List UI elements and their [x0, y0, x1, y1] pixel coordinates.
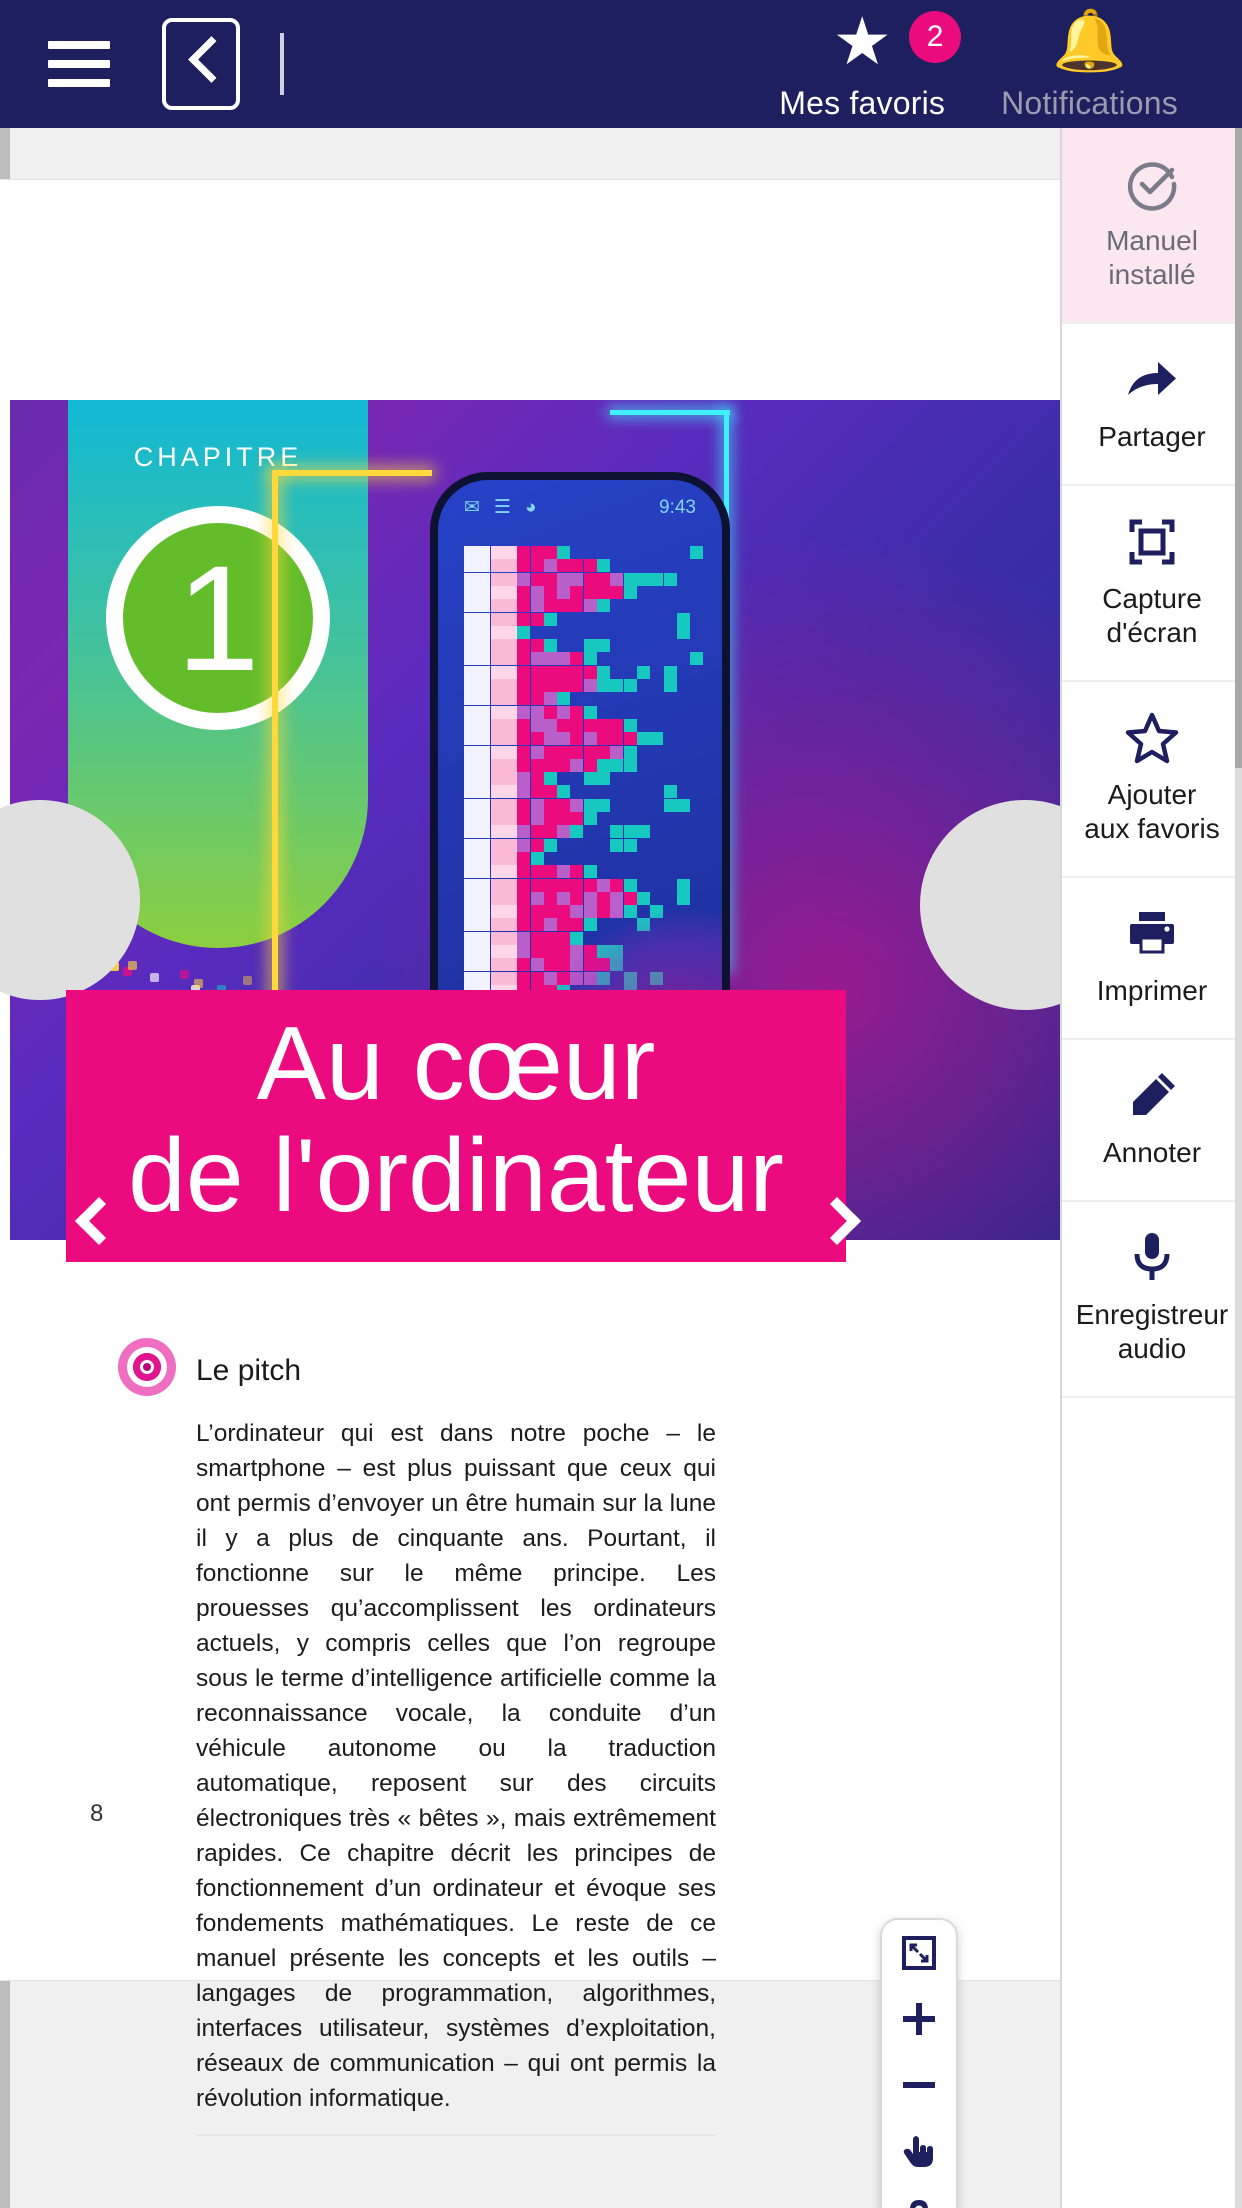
map-pin-icon[interactable]	[882, 2184, 956, 2208]
sidebar-label-line-2: d'écran	[1102, 616, 1202, 650]
pitch-header: Le pitch	[118, 1338, 718, 1396]
sidebar-label-partager: Partager	[1098, 420, 1205, 454]
sidebar-item-manuel-installe[interactable]: Manuel installé	[1062, 128, 1242, 324]
sidebar-scrollbar-track[interactable]	[1235, 128, 1242, 2208]
chevron-left-icon	[186, 38, 216, 90]
signal-bars-icon: ☰	[494, 496, 511, 519]
sidebar-item-imprimer[interactable]: Imprimer	[1062, 878, 1242, 1040]
sidebar-item-ajouter-favoris[interactable]: Ajouter aux favoris	[1062, 682, 1242, 878]
pitch-body-text: L’ordinateur qui est dans notre poche – …	[196, 1416, 716, 2136]
phone-status-bar: ✉ ☰ ◕ 9:43	[438, 496, 722, 519]
page-number: 8	[90, 1800, 103, 1828]
toolbar-divider	[280, 33, 284, 95]
chapter-number-circle: 1	[106, 506, 330, 730]
phone-clock: 9:43	[659, 497, 696, 519]
tools-sidebar[interactable]: Manuel installé Partager Capture d'écran…	[1060, 128, 1242, 2208]
chapter-title-line-2: de l'ordinateur	[92, 1120, 820, 1232]
target-icon	[118, 1338, 176, 1396]
page-prev-chevron-icon[interactable]	[62, 1190, 138, 1266]
chapter-label: CHAPITRE	[68, 442, 368, 473]
neon-line-right-top	[610, 410, 730, 415]
sidebar-label-line-1: Capture	[1102, 582, 1202, 616]
microphone-icon	[1128, 1228, 1176, 1288]
document-page: CHAPITRE 1 ✉ ☰ ◕ 9:43 Au cœur de l'ordin…	[0, 180, 1060, 1980]
envelope-icon: ✉	[464, 496, 480, 519]
printer-icon	[1124, 904, 1180, 964]
document-viewport[interactable]: CHAPITRE 1 ✉ ☰ ◕ 9:43 Au cœur de l'ordin…	[0, 128, 1060, 2208]
pitch-section: Le pitch L’ordinateur qui est dans notre…	[118, 1338, 718, 2136]
sidebar-label-imprimer: Imprimer	[1097, 974, 1207, 1008]
wifi-icon: ◕	[525, 497, 536, 519]
sidebar-label-line-2: installé	[1106, 258, 1198, 292]
sidebar-label-annoter: Annoter	[1103, 1136, 1201, 1170]
chapter-title-band: Au cœur de l'ordinateur	[66, 990, 846, 1262]
hamburger-bar	[48, 41, 110, 49]
phone-status-icons: ✉ ☰ ◕	[464, 496, 536, 519]
fit-to-screen-icon[interactable]	[882, 1920, 956, 1986]
sidebar-label-line-1: Manuel	[1106, 224, 1198, 258]
app-root: ★ Mes favoris 2 🔔 Notifications CHAPITRE	[0, 0, 1242, 2208]
sidebar-scrollbar-thumb[interactable]	[1235, 128, 1242, 768]
favorites-button[interactable]: ★ Mes favoris 2	[751, 7, 973, 122]
zoom-toolbar	[880, 1918, 958, 2208]
pointing-hand-icon[interactable]	[882, 2118, 956, 2184]
share-arrow-icon	[1124, 350, 1180, 410]
star-icon: ★	[833, 7, 892, 75]
notifications-label: Notifications	[1001, 85, 1178, 122]
favorites-badge: 2	[909, 11, 961, 63]
sidebar-item-partager[interactable]: Partager	[1062, 324, 1242, 486]
plus-icon[interactable]	[882, 1986, 956, 2052]
page-next-chevron-icon[interactable]	[800, 1190, 876, 1266]
hamburger-bar	[48, 79, 110, 87]
star-outline-icon	[1124, 708, 1180, 768]
sidebar-label-line-2: aux favoris	[1084, 812, 1219, 846]
neon-line-left-top	[272, 470, 432, 476]
top-navigation-bar: ★ Mes favoris 2 🔔 Notifications	[0, 0, 1242, 128]
sidebar-label-line-1: Enregistreur	[1076, 1298, 1229, 1332]
pitch-heading: Le pitch	[196, 1338, 301, 1388]
back-button[interactable]	[162, 18, 240, 110]
favorites-label: Mes favoris	[779, 85, 945, 122]
bell-icon: 🔔	[1052, 7, 1127, 75]
sidebar-item-enregistreur-audio[interactable]: Enregistreur audio	[1062, 1202, 1242, 1398]
minus-icon[interactable]	[882, 2052, 956, 2118]
check-circle-icon	[1125, 154, 1179, 214]
sidebar-label-line-2: audio	[1076, 1332, 1229, 1366]
chapter-title-line-1: Au cœur	[92, 1008, 820, 1120]
top-actions: ★ Mes favoris 2 🔔 Notifications	[751, 7, 1242, 122]
hamburger-menu-icon[interactable]	[48, 41, 110, 87]
pencil-icon	[1126, 1066, 1178, 1126]
sidebar-item-annoter[interactable]: Annoter	[1062, 1040, 1242, 1202]
chapter-number: 1	[176, 543, 259, 693]
sidebar-label-line-1: Ajouter	[1084, 778, 1219, 812]
hamburger-bar	[48, 60, 110, 68]
notifications-button[interactable]: 🔔 Notifications	[973, 7, 1206, 122]
sidebar-item-capture-ecran[interactable]: Capture d'écran	[1062, 486, 1242, 682]
screenshot-frame-icon	[1126, 512, 1178, 572]
